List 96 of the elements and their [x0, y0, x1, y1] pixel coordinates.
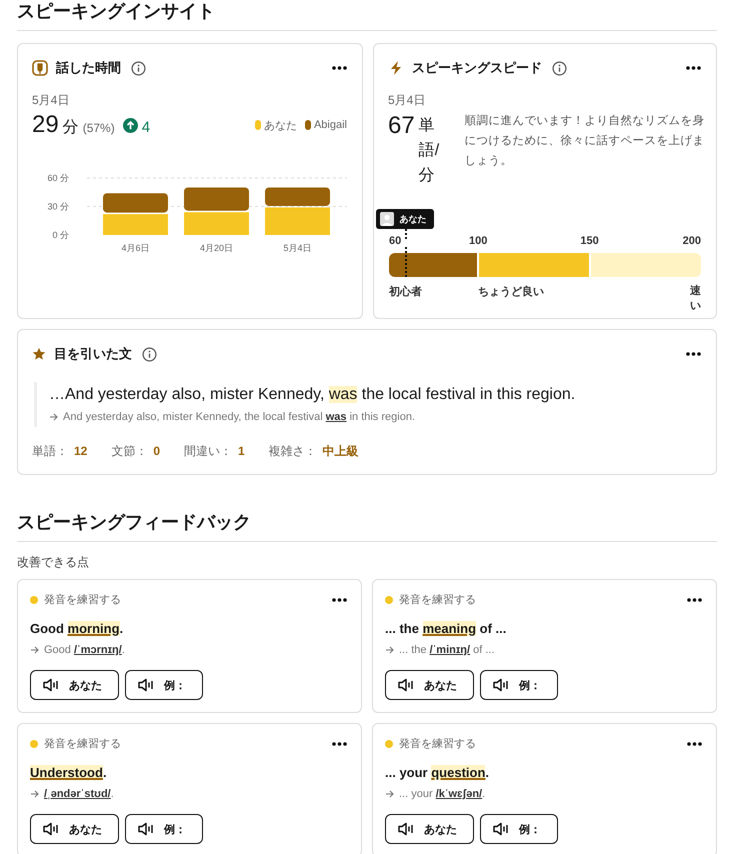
- arrow-right-icon: [49, 412, 59, 422]
- card-title: スピーキングスピード: [412, 59, 542, 77]
- play-audio-button[interactable]: あなた: [385, 670, 474, 700]
- speaker-icon: [493, 678, 509, 692]
- minutes-value: 29: [32, 111, 59, 139]
- more-icon[interactable]: [332, 66, 347, 70]
- quoted-sentence: …And yesterday also, mister Kennedy, was the local festival in this region.: [49, 385, 576, 405]
- practice-sentence: Understood.: [30, 765, 108, 780]
- category-label: 発音を練習する: [44, 592, 121, 607]
- scale-tick-label: 150: [580, 235, 599, 247]
- practice-sentence: ... the meaning of ...: [385, 621, 508, 636]
- section-title: スピーキングフィードバック: [17, 511, 717, 542]
- axis-category-label: 5月4日: [284, 243, 312, 253]
- axis-tick-label: 60 分: [47, 173, 69, 183]
- legend-label: Abigail: [314, 119, 347, 131]
- more-icon[interactable]: [686, 66, 701, 70]
- status-dot-icon: [385, 740, 393, 748]
- axis-tick-label: 30 分: [47, 202, 69, 212]
- category-label: 発音を練習する: [399, 736, 476, 751]
- segment-label: 速い: [690, 284, 701, 314]
- play-audio-button[interactable]: 例：: [480, 814, 558, 844]
- axis-category-label: 4月6日: [122, 243, 150, 253]
- stat-value: 0: [153, 444, 160, 458]
- stat-label: 複雑さ：: [268, 444, 317, 458]
- status-dot-icon: [385, 596, 393, 604]
- play-audio-button[interactable]: 例：: [125, 670, 203, 700]
- status-dot-icon: [30, 740, 38, 748]
- arrow-right-icon: [30, 789, 40, 799]
- axis-category-label: 4月20日: [200, 243, 234, 253]
- tooltip-label: あなた: [400, 212, 427, 226]
- section-subtitle: 改善できる点: [17, 554, 90, 571]
- stat-value: 中上級: [322, 444, 359, 458]
- stat-label: 間違い：: [184, 444, 232, 458]
- stat-value: 1: [238, 444, 245, 458]
- status-dot-icon: [30, 596, 38, 604]
- pronunciation-hint: ... your /kˈwɛʃən/.: [399, 788, 486, 800]
- stat-label: 文節：: [111, 444, 148, 458]
- info-icon[interactable]: [131, 60, 146, 76]
- speaker-icon: [493, 822, 509, 836]
- bar: [103, 214, 168, 235]
- section-title: スピーキングインサイト: [17, 0, 717, 31]
- speaker-icon: [398, 822, 414, 836]
- bar: [184, 212, 249, 235]
- bar: [184, 188, 249, 211]
- legend-label: あなた: [264, 118, 297, 132]
- scale-tick-label: 60: [389, 235, 402, 247]
- scale-tick-label: 200: [682, 235, 701, 247]
- unit-label: 単語/分: [418, 116, 440, 186]
- axis-tick-label: 0 分: [52, 230, 69, 240]
- star-icon: [32, 347, 46, 361]
- segment-label: 初心者: [389, 284, 423, 300]
- lightning-icon: [388, 60, 404, 76]
- arrow-right-icon: [385, 789, 395, 799]
- more-icon[interactable]: [687, 742, 702, 746]
- avatar-icon: [380, 212, 394, 226]
- stat-value: 12: [74, 444, 88, 458]
- category-label: 発音を練習する: [399, 592, 476, 607]
- card-title: 目を引いた文: [54, 345, 132, 363]
- practice-sentence: ... your question.: [385, 765, 490, 780]
- scale-tick-label: 100: [468, 235, 488, 247]
- pronunciation-hint: ... the /ˈminɪŋ/ of ...: [399, 644, 495, 656]
- play-audio-button[interactable]: 例：: [480, 670, 558, 700]
- category-label: 発音を練習する: [44, 736, 121, 751]
- corrected-sentence: And yesterday also, mister Kennedy, the local festival was in this region.: [63, 411, 415, 423]
- play-audio-button[interactable]: 例：: [125, 814, 203, 844]
- date-label: 5月4日: [32, 92, 70, 109]
- play-audio-button[interactable]: あなた: [385, 814, 474, 844]
- speaker-icon: [138, 822, 154, 836]
- microphone-icon: [32, 60, 48, 76]
- practice-sentence: Good morning.: [30, 621, 124, 636]
- speaker-icon: [43, 678, 59, 692]
- change-value: 4: [142, 119, 150, 136]
- pronunciation-hint: /ˌəndərˈstʊd/.: [44, 788, 114, 800]
- play-audio-button[interactable]: あなた: [30, 670, 119, 700]
- unit-label: 分: [62, 118, 79, 138]
- arrow-right-icon: [385, 645, 395, 655]
- more-icon[interactable]: [686, 352, 701, 356]
- arrow-right-icon: [30, 645, 40, 655]
- percent-label: (57%): [82, 121, 115, 135]
- more-icon[interactable]: [687, 598, 702, 602]
- segment-label: ちょうど良い: [478, 284, 546, 300]
- speaker-icon: [398, 678, 414, 692]
- play-audio-button[interactable]: あなた: [30, 814, 119, 844]
- pronunciation-hint: Good /ˈmɔrnɪŋ/.: [44, 644, 125, 656]
- stat-label: 単語：: [32, 444, 68, 458]
- speed-value: 67: [388, 111, 415, 141]
- info-icon[interactable]: [142, 346, 157, 362]
- card-title: 話した時間: [56, 59, 121, 77]
- more-icon[interactable]: [332, 742, 347, 746]
- more-icon[interactable]: [332, 598, 347, 602]
- info-icon[interactable]: [552, 60, 567, 76]
- speaker-icon: [43, 822, 59, 836]
- date-label: 5月4日: [388, 92, 426, 109]
- speaker-icon: [138, 678, 154, 692]
- speed-message: 順調に進んでいます！より自然なリズムを身につけるために、徐々に話すペースを上げましょう。: [464, 114, 706, 169]
- bar: [103, 193, 168, 213]
